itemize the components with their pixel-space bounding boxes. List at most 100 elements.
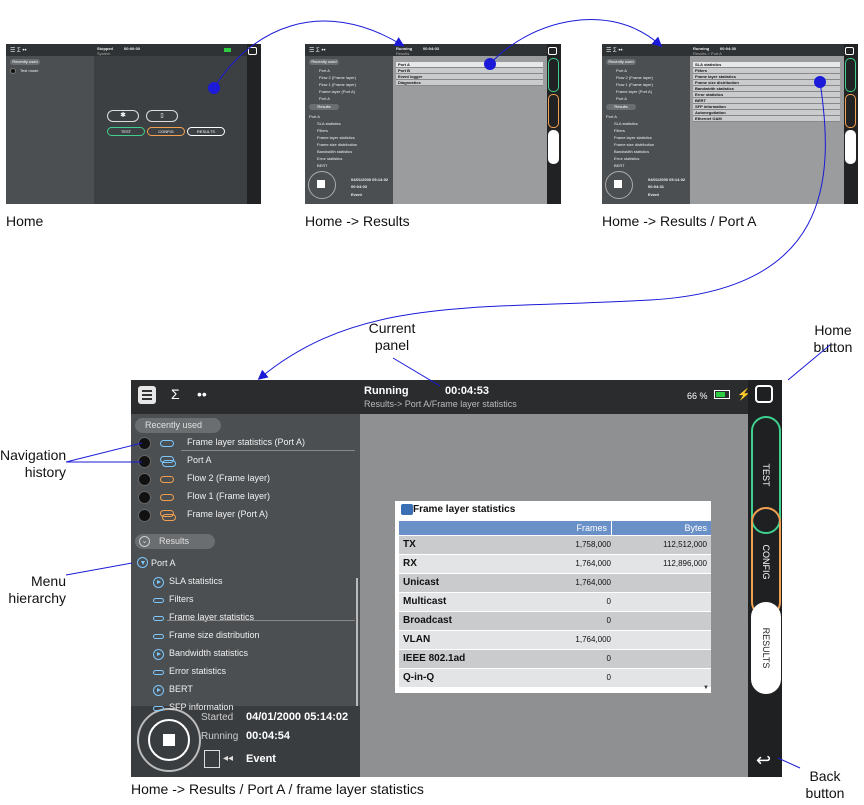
gear-icon[interactable]: ✱: [107, 110, 139, 122]
table-row: Multicast 0: [399, 593, 711, 611]
run-time: 00:04:03: [423, 46, 440, 51]
tree-item[interactable]: Frame size distribution: [169, 630, 260, 640]
menu-icon[interactable]: [138, 386, 156, 404]
selected-underline: [167, 620, 355, 621]
menu-item[interactable]: Ethernet OAM: [693, 116, 840, 122]
table-title: Frame layer statistics: [413, 504, 516, 515]
event-label[interactable]: Event: [246, 753, 276, 765]
flat-icon: [160, 476, 174, 483]
run-time: 00:00:00: [124, 46, 141, 51]
home-icon[interactable]: [548, 47, 557, 55]
recent-item[interactable]: Flow 1 (Frame layer): [319, 82, 356, 87]
results-pill[interactable]: Results: [309, 104, 339, 110]
tree-item[interactable]: Error statistics: [614, 156, 639, 161]
sigma-icon[interactable]: Σ: [171, 386, 180, 402]
flat-icon: [153, 598, 164, 603]
tree-item[interactable]: Filters: [614, 128, 625, 133]
menu-item-diagnostics[interactable]: Diagnostics: [396, 80, 543, 86]
tree-item[interactable]: BERT: [169, 684, 193, 694]
history-icon: [138, 455, 151, 468]
results-button[interactable]: RESULTS: [751, 602, 781, 694]
results-button[interactable]: RESULTS: [187, 127, 225, 136]
tree-item[interactable]: Frame layer statistics: [317, 135, 355, 140]
home-icon[interactable]: [248, 47, 257, 55]
config-button[interactable]: CONFIG: [147, 127, 185, 136]
recent-item[interactable]: Port A: [616, 68, 627, 73]
recent-item[interactable]: Frame layer (Port A): [319, 89, 355, 94]
config-button[interactable]: CONFIG: [751, 507, 781, 617]
breadcrumb: Results-> Port A/Frame layer statistics: [364, 399, 517, 409]
tree-item[interactable]: Bandwidth statistics: [317, 149, 352, 154]
recent-item[interactable]: Flow 1 (Frame layer): [187, 491, 270, 501]
tree-item[interactable]: Bandwidth statistics: [169, 648, 248, 658]
column-frames: Frames: [576, 523, 607, 533]
tree-root[interactable]: Port A: [151, 558, 176, 568]
recent-item[interactable]: Port A: [319, 96, 330, 101]
recent-item[interactable]: Frame layer (Port A): [616, 89, 652, 94]
menu-icon[interactable]: ☰ Σ ••: [309, 47, 326, 54]
column-bytes: Bytes: [684, 523, 707, 533]
recent-item[interactable]: Port A: [319, 68, 330, 73]
tree-item[interactable]: SLA statistics: [317, 121, 341, 126]
home-icon[interactable]: [845, 47, 854, 55]
tree-item[interactable]: Frame size distribution: [317, 142, 357, 147]
start-stop-button[interactable]: [137, 708, 201, 772]
battery-icon: [714, 390, 730, 399]
test-mode-item[interactable]: Test mode: [20, 68, 38, 73]
tree-item[interactable]: SLA statistics: [169, 576, 223, 586]
results-screenshot: ☰ Σ •• Running 00:04:03 Results Port A P…: [305, 44, 561, 204]
tree-item[interactable]: SLA statistics: [614, 121, 638, 126]
tree-item[interactable]: Frame layer statistics: [614, 135, 652, 140]
recent-item[interactable]: Frame layer statistics (Port A): [187, 437, 305, 447]
recent-item[interactable]: Port A: [616, 96, 627, 101]
scroll-down-icon[interactable]: ▼: [703, 685, 709, 691]
started-label: Started: [201, 712, 234, 723]
menu-icon[interactable]: ☰ Σ ••: [10, 47, 27, 54]
back-icon[interactable]: ↩: [756, 750, 771, 771]
test-button[interactable]: [548, 58, 559, 92]
event-label[interactable]: Event: [351, 192, 362, 197]
tree-item[interactable]: Error statistics: [317, 156, 342, 161]
file-icon[interactable]: ▯: [146, 110, 178, 122]
recent-item[interactable]: Flow 1 (Frame layer): [616, 82, 653, 87]
test-button[interactable]: [845, 58, 856, 92]
row-label: Unicast: [403, 577, 440, 588]
tree-item[interactable]: SFP information: [169, 702, 233, 712]
event-label[interactable]: Event: [648, 192, 659, 197]
tree-item[interactable]: Filters: [317, 128, 328, 133]
home-screenshot: ☰ Σ •• Stopped 00:00:00 System Recently …: [6, 44, 261, 204]
home-icon[interactable]: [755, 385, 773, 403]
label-current-panel: Current panel: [368, 320, 416, 353]
chevron-down-icon[interactable]: ⌄: [139, 536, 150, 547]
tree-item[interactable]: BERT: [614, 163, 625, 168]
recent-item[interactable]: Port A: [187, 455, 212, 465]
tree-item[interactable]: Filters: [169, 594, 194, 604]
tree-item[interactable]: BERT: [317, 163, 328, 168]
test-button[interactable]: TEST: [107, 127, 145, 136]
recent-item[interactable]: Flow 2 (Frame layer): [319, 75, 356, 80]
recent-item[interactable]: Flow 2 (Frame layer): [616, 75, 653, 80]
tree-item[interactable]: Bandwidth statistics: [614, 149, 649, 154]
collapse-icon[interactable]: [137, 557, 148, 568]
results-button[interactable]: [548, 130, 559, 164]
frames-value: 0: [606, 616, 611, 625]
tree-item[interactable]: Error statistics: [169, 666, 226, 676]
tree-root[interactable]: Port A: [606, 114, 617, 119]
more-icon[interactable]: ••: [197, 386, 207, 402]
results-pill[interactable]: Results: [606, 104, 636, 110]
results-button[interactable]: [845, 130, 856, 164]
frame-layer-statistics-screenshot: Σ •• Running 00:04:53 Results-> Port A/F…: [131, 380, 782, 777]
tree-root[interactable]: Port A: [309, 114, 320, 119]
menu-icon[interactable]: ☰ Σ ••: [606, 47, 623, 54]
running-time: 00:04:54: [246, 730, 291, 742]
running-time: 00:04:31: [648, 184, 665, 189]
recent-item[interactable]: Flow 2 (Frame layer): [187, 473, 270, 483]
scrollbar[interactable]: [356, 578, 358, 708]
stacked-icon: [162, 514, 176, 521]
event-log-icon[interactable]: [204, 750, 220, 768]
tree-item[interactable]: Frame size distribution: [614, 142, 654, 147]
recent-item[interactable]: Frame layer (Port A): [187, 509, 268, 519]
bytes-value: 112,512,000: [663, 540, 707, 549]
config-button[interactable]: [548, 94, 559, 128]
config-button[interactable]: [845, 94, 856, 128]
